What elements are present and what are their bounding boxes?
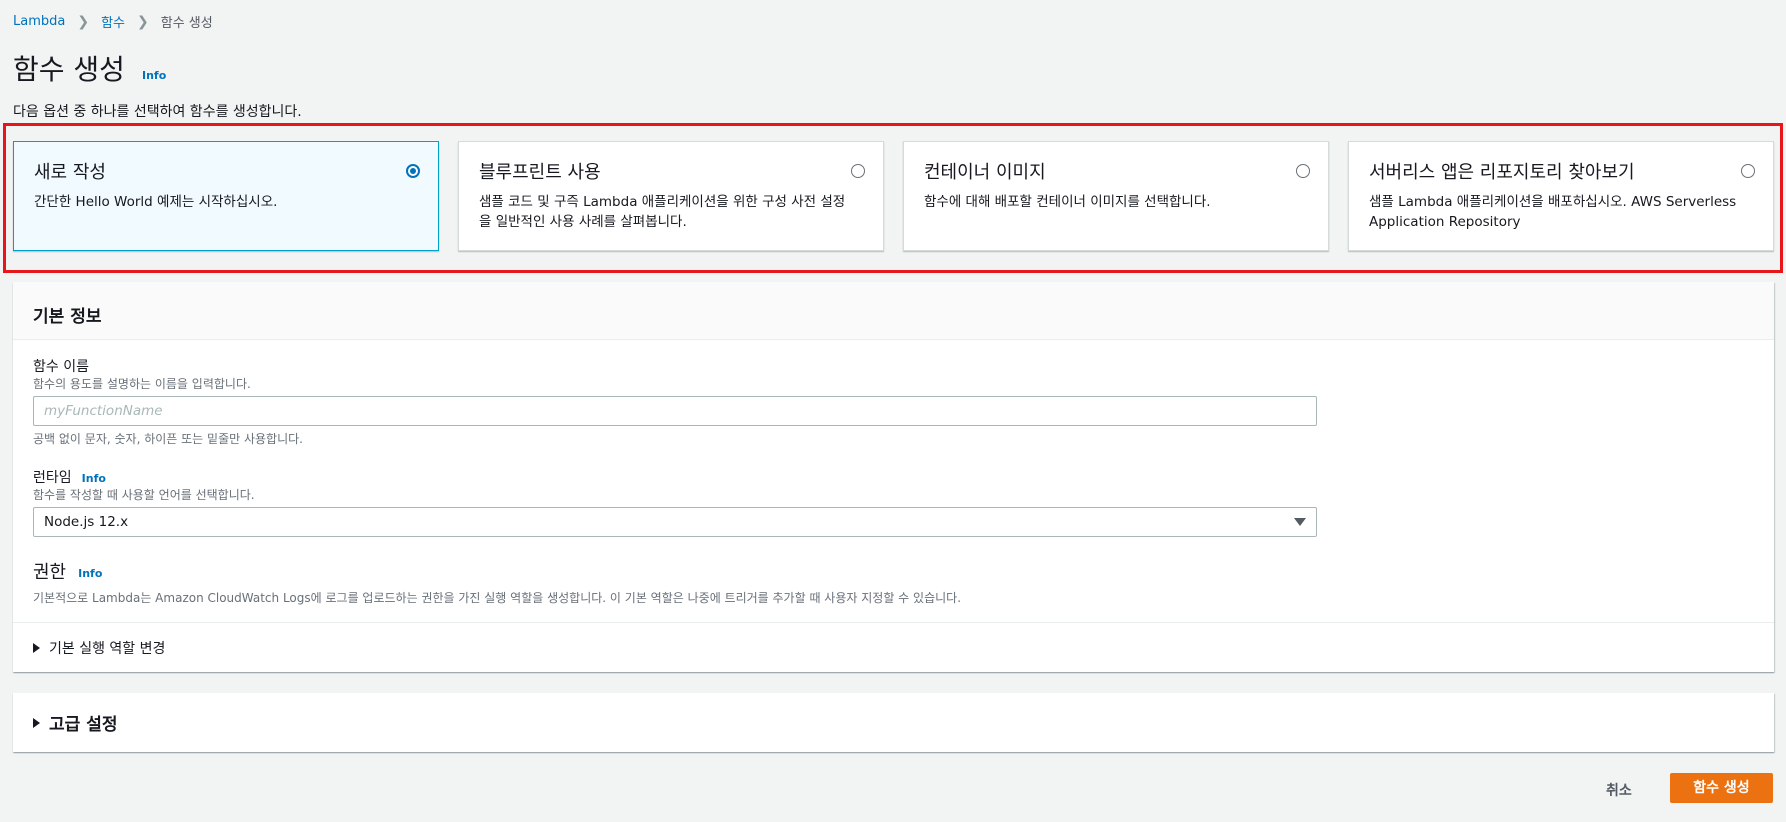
option-serverless-app-repo[interactable]: 서버리스 앱은 리포지토리 찾아보기 샘플 Lambda 애플리케이션을 배포하…: [1348, 141, 1774, 251]
option-use-blueprint[interactable]: 블루프린트 사용 샘플 코드 및 구즉 Lambda 애플리케이션을 위한 구성…: [458, 141, 884, 251]
permissions-info-link[interactable]: Info: [78, 567, 102, 580]
runtime-label: 런타임: [33, 470, 72, 486]
function-name-label: 함수 이름: [33, 359, 89, 375]
function-name-input[interactable]: myFunctionName: [33, 396, 1317, 426]
basic-info-header: 기본 정보: [13, 282, 1774, 340]
option-container-image[interactable]: 컨테이너 이미지 함수에 대해 배포할 컨테이너 이미지를 선택합니다.: [903, 141, 1329, 251]
runtime-desc: 함수를 작성할 때 사용할 언어를 선택합니다.: [33, 488, 255, 502]
function-name-hint: 공백 없이 문자, 숫자, 하이픈 또는 밑줄만 사용합니다.: [33, 432, 303, 446]
breadcrumb-current: 함수 생성: [160, 16, 213, 31]
change-execution-role-label: 기본 실행 역할 변경: [49, 640, 166, 657]
caret-right-icon: [33, 642, 40, 653]
permissions-label: 권한: [33, 562, 67, 583]
function-name-desc: 함수의 용도를 설명하는 이름을 입력합니다.: [33, 377, 251, 391]
radio-use-blueprint[interactable]: [851, 164, 865, 178]
option-desc: 샘플 Lambda 애플리케이션을 배포하십시오. AWS Serverless…: [1369, 194, 1737, 230]
runtime-label-row: 런타임 Info: [33, 467, 106, 487]
basic-info-panel: 기본 정보 함수 이름 함수의 용도를 설명하는 이름을 입력합니다. myFu…: [13, 282, 1774, 672]
option-desc: 샘플 코드 및 구즉 Lambda 애플리케이션을 위한 구성 사전 설정을 일…: [479, 194, 846, 230]
radio-container-image[interactable]: [1296, 164, 1310, 178]
permissions-label-row: 권한 Info: [33, 558, 102, 584]
option-title: 컨테이너 이미지: [924, 162, 1046, 183]
caret-right-icon: [33, 717, 40, 728]
option-desc: 간단한 Hello World 예제는 시작하십시오.: [34, 194, 278, 210]
breadcrumb-functions[interactable]: 함수: [101, 12, 125, 31]
advanced-settings-label: 고급 설정: [49, 715, 118, 735]
option-author-from-scratch[interactable]: 새로 작성 간단한 Hello World 예제는 시작하십시오.: [13, 141, 439, 251]
option-desc: 함수에 대해 배포할 컨테이너 이미지를 선택합니다.: [924, 194, 1211, 210]
breadcrumb: Lambda ❯ 함수 ❯ 함수 생성: [13, 12, 213, 32]
create-function-button[interactable]: 함수 생성: [1670, 773, 1773, 803]
radio-serverless-app-repo[interactable]: [1741, 164, 1755, 178]
advanced-settings-expander[interactable]: 고급 설정: [13, 693, 1774, 752]
runtime-info-link[interactable]: Info: [82, 472, 106, 485]
radio-author-from-scratch[interactable]: [406, 164, 420, 178]
cancel-button[interactable]: 취소: [1598, 776, 1640, 804]
runtime-select[interactable]: Node.js 12.x: [33, 507, 1317, 537]
option-title: 블루프린트 사용: [479, 162, 601, 183]
caret-down-icon: [1294, 518, 1306, 526]
chevron-right-icon: ❯: [137, 13, 149, 30]
page-info-link[interactable]: Info: [142, 69, 166, 82]
page-title: 함수 생성: [13, 53, 125, 86]
permissions-desc: 기본적으로 Lambda는 Amazon CloudWatch Logs에 로그…: [33, 591, 962, 605]
function-name-placeholder: myFunctionName: [44, 403, 163, 419]
page-subtitle: 다음 옵션 중 하나를 선택하여 함수를 생성합니다.: [13, 104, 302, 120]
advanced-settings-panel: 고급 설정: [13, 693, 1774, 752]
option-title: 새로 작성: [34, 162, 106, 183]
option-title: 서버리스 앱은 리포지토리 찾아보기: [1369, 162, 1635, 183]
change-execution-role-expander[interactable]: 기본 실행 역할 변경: [13, 622, 1774, 672]
chevron-right-icon: ❯: [77, 13, 90, 30]
runtime-select-value: Node.js 12.x: [44, 514, 129, 530]
breadcrumb-lambda[interactable]: Lambda: [13, 14, 65, 29]
